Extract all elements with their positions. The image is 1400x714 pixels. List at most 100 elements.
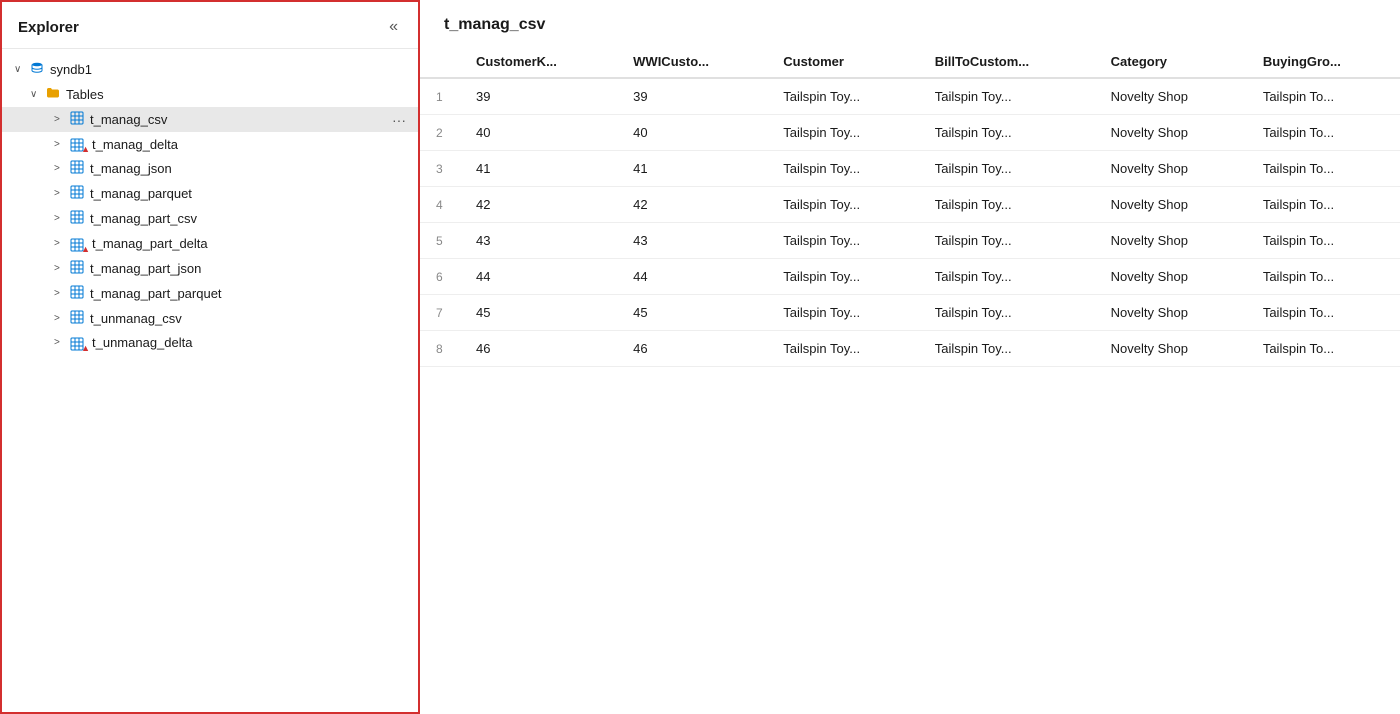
cell-wwicusto: 40 (617, 115, 767, 151)
tree-item-syndb1[interactable]: ∨syndb1 (2, 57, 418, 82)
cell-buyinggroup: Tailspin To... (1247, 115, 1400, 151)
table-delta-icon: ▲ (70, 235, 86, 251)
col-header-row_num (420, 46, 460, 78)
table-icon (70, 185, 84, 202)
table-row[interactable]: 54343Tailspin Toy...Tailspin Toy...Novel… (420, 223, 1400, 259)
table-icon (70, 260, 84, 277)
cell-category: Novelty Shop (1095, 259, 1247, 295)
tree-item-t_manag_csv[interactable]: >t_manag_csv··· (2, 107, 418, 132)
cell-billtocustomer: Tailspin Toy... (919, 78, 1095, 115)
tree-item-t_manag_part_delta[interactable]: >▲ t_manag_part_delta (2, 231, 418, 255)
tree-item-label: t_unmanag_delta (92, 335, 410, 350)
col-header-Customer: Customer (767, 46, 919, 78)
chevron-icon: ∨ (30, 89, 46, 100)
sidebar-title: Explorer (18, 19, 79, 36)
cell-wwicusto: 41 (617, 151, 767, 187)
table-icon (70, 285, 84, 302)
tree-item-label: t_manag_delta (92, 137, 410, 152)
cell-customer: Tailspin Toy... (767, 151, 919, 187)
row-number: 6 (420, 259, 460, 295)
header-row: CustomerK...WWICusto...CustomerBillToCus… (420, 46, 1400, 78)
chevron-icon: > (54, 213, 70, 224)
table-icon (70, 210, 84, 227)
cell-wwicusto: 42 (617, 187, 767, 223)
tree-item-t_manag_part_json[interactable]: >t_manag_part_json (2, 256, 418, 281)
folder-icon (46, 86, 60, 103)
tree-item-label: t_manag_part_delta (92, 236, 410, 251)
cell-buyinggroup: Tailspin To... (1247, 295, 1400, 331)
cell-category: Novelty Shop (1095, 78, 1247, 115)
cell-wwicusto: 39 (617, 78, 767, 115)
table-delta-icon: ▲ (70, 335, 86, 351)
cell-customer: Tailspin Toy... (767, 78, 919, 115)
row-number: 5 (420, 223, 460, 259)
table-row[interactable]: 84646Tailspin Toy...Tailspin Toy...Novel… (420, 331, 1400, 367)
collapse-button[interactable]: « (385, 16, 402, 38)
table-icon (70, 160, 84, 177)
table-row[interactable]: 24040Tailspin Toy...Tailspin Toy...Novel… (420, 115, 1400, 151)
table-delta-icon: ▲ (70, 136, 86, 152)
cell-wwicusto: 44 (617, 259, 767, 295)
cell-billtocustomer: Tailspin Toy... (919, 223, 1095, 259)
tree-item-t_manag_json[interactable]: >t_manag_json (2, 156, 418, 181)
cell-customerk: 42 (460, 187, 617, 223)
cell-category: Novelty Shop (1095, 331, 1247, 367)
cell-customerk: 46 (460, 331, 617, 367)
cell-category: Novelty Shop (1095, 115, 1247, 151)
table-row[interactable]: 64444Tailspin Toy...Tailspin Toy...Novel… (420, 259, 1400, 295)
cell-wwicusto: 46 (617, 331, 767, 367)
row-number: 8 (420, 331, 460, 367)
row-number: 7 (420, 295, 460, 331)
cell-customerk: 40 (460, 115, 617, 151)
cell-buyinggroup: Tailspin To... (1247, 331, 1400, 367)
cell-customerk: 39 (460, 78, 617, 115)
cell-customer: Tailspin Toy... (767, 295, 919, 331)
main-content: t_manag_csv CustomerK...WWICusto...Custo… (420, 0, 1400, 714)
col-header-WWICusto: WWICusto... (617, 46, 767, 78)
cell-buyinggroup: Tailspin To... (1247, 187, 1400, 223)
tree-item-label: t_manag_part_parquet (90, 286, 410, 301)
cell-customerk: 44 (460, 259, 617, 295)
table-title: t_manag_csv (420, 16, 1400, 46)
chevron-icon: > (54, 188, 70, 199)
tree-item-t_manag_part_parquet[interactable]: >t_manag_part_parquet (2, 281, 418, 306)
col-header-BuyingGroup: BuyingGro... (1247, 46, 1400, 78)
tree-item-t_unmanag_delta[interactable]: >▲ t_unmanag_delta (2, 331, 418, 355)
cell-customerk: 41 (460, 151, 617, 187)
cell-billtocustomer: Tailspin Toy... (919, 331, 1095, 367)
table-row[interactable]: 13939Tailspin Toy...Tailspin Toy...Novel… (420, 78, 1400, 115)
chevron-icon: > (54, 163, 70, 174)
cell-billtocustomer: Tailspin Toy... (919, 151, 1095, 187)
cell-customer: Tailspin Toy... (767, 223, 919, 259)
cell-buyinggroup: Tailspin To... (1247, 223, 1400, 259)
tree-item-tables[interactable]: ∨Tables (2, 82, 418, 107)
tree-item-label: t_manag_part_csv (90, 211, 410, 226)
tree-item-label: t_manag_csv (90, 112, 388, 127)
cell-buyinggroup: Tailspin To... (1247, 78, 1400, 115)
cell-billtocustomer: Tailspin Toy... (919, 295, 1095, 331)
cell-buyinggroup: Tailspin To... (1247, 151, 1400, 187)
tree-item-t_manag_parquet[interactable]: >t_manag_parquet (2, 181, 418, 206)
tree-item-t_manag_delta[interactable]: >▲t_manag_delta (2, 132, 418, 156)
table-row[interactable]: 44242Tailspin Toy...Tailspin Toy...Novel… (420, 187, 1400, 223)
cell-customerk: 45 (460, 295, 617, 331)
sidebar-tree: ∨syndb1∨Tables>t_manag_csv···>▲t_manag_d… (2, 49, 418, 712)
row-number: 4 (420, 187, 460, 223)
table-row[interactable]: 34141Tailspin Toy...Tailspin Toy...Novel… (420, 151, 1400, 187)
chevron-icon: > (54, 337, 70, 348)
chevron-icon: > (54, 263, 70, 274)
col-header-CustomerK: CustomerK... (460, 46, 617, 78)
database-icon (30, 61, 44, 78)
data-table-wrapper[interactable]: CustomerK...WWICusto...CustomerBillToCus… (420, 46, 1400, 714)
more-options-button[interactable]: ··· (388, 112, 410, 128)
table-row[interactable]: 74545Tailspin Toy...Tailspin Toy...Novel… (420, 295, 1400, 331)
cell-customerk: 43 (460, 223, 617, 259)
cell-wwicusto: 43 (617, 223, 767, 259)
tree-item-t_manag_part_csv[interactable]: > t_manag_part_csv (2, 206, 418, 231)
chevron-icon: > (54, 313, 70, 324)
tree-item-label: t_unmanag_csv (90, 311, 410, 326)
tree-item-label: syndb1 (50, 62, 410, 77)
tree-item-t_unmanag_csv[interactable]: > t_unmanag_csv (2, 306, 418, 331)
chevron-icon: > (54, 238, 70, 249)
cell-billtocustomer: Tailspin Toy... (919, 115, 1095, 151)
